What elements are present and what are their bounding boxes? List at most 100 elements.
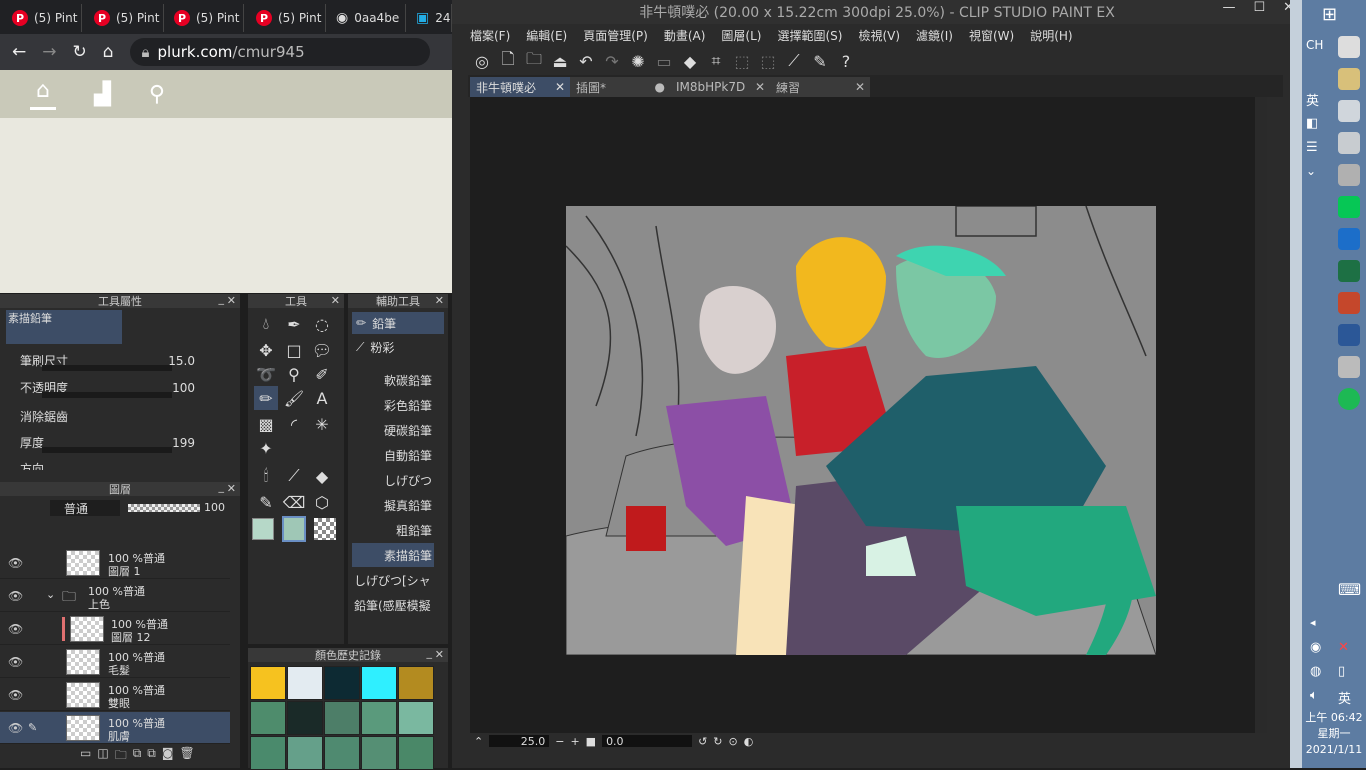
correct-line-icon[interactable]: ✐ <box>310 362 334 386</box>
new-raster-layer-icon[interactable]: ▭ <box>80 746 91 767</box>
browser-tab[interactable]: P (5) Pint <box>166 4 244 32</box>
layer-row[interactable]: 👁︎ 100 %普通 毛髮 <box>0 646 230 678</box>
clear-icon[interactable]: ▭ <box>654 51 674 71</box>
brush-icon[interactable]: ✎ <box>810 51 830 71</box>
effect-line-icon[interactable]: ✳ <box>310 412 334 436</box>
thickness-slider[interactable] <box>42 447 172 453</box>
minimize-icon[interactable]: _ <box>219 480 225 493</box>
thickness-row[interactable]: 厚度 199 <box>20 434 225 460</box>
redo-icon[interactable]: ↷ <box>602 51 622 71</box>
clip-studio-paint-icon[interactable] <box>1338 356 1360 378</box>
open-folder-icon[interactable]: 🗀︎ <box>524 49 544 71</box>
color-swatch[interactable] <box>250 701 286 735</box>
color-swatch[interactable] <box>324 701 360 735</box>
eye-icon[interactable]: 👁︎ <box>8 655 23 669</box>
decoration-icon[interactable]: ✦ <box>254 436 278 460</box>
fit-icon[interactable]: ■ <box>586 735 596 748</box>
menu-view[interactable]: 檢視(V) <box>858 27 900 44</box>
chrome-icon[interactable] <box>1338 36 1360 58</box>
tray-icon[interactable]: ◍ <box>1310 664 1321 679</box>
layer-row[interactable]: 👁︎ 100 %普通 雙眼 <box>0 679 230 711</box>
brush-item[interactable]: 彩色鉛筆 <box>352 393 434 417</box>
color-swatch[interactable] <box>287 701 323 735</box>
merge-layer-icon[interactable]: ⧉ <box>147 746 156 767</box>
zoom-in-icon[interactable]: + <box>570 735 579 748</box>
color-swatch[interactable] <box>324 736 360 770</box>
pencil-icon[interactable]: ✏ <box>254 386 278 410</box>
figure-icon[interactable]: ◜ <box>282 412 306 436</box>
transform-icon[interactable]: ⌗ <box>706 51 726 71</box>
deselect-icon[interactable]: ⬚ <box>732 51 752 71</box>
blend-mode-select[interactable]: 普通 <box>50 500 120 516</box>
3d-object-icon[interactable]: ⬡ <box>310 490 334 514</box>
save-icon[interactable]: ⏏ <box>550 51 570 71</box>
brush-size-slider[interactable] <box>42 365 172 371</box>
brush-item[interactable]: 粗鉛筆 <box>352 518 434 542</box>
browser-tab[interactable]: ◉ 0aa4be <box>328 4 406 32</box>
ruler-icon[interactable]: ⟋ <box>784 51 804 71</box>
brush-item[interactable]: 軟碳鉛筆 <box>352 368 434 392</box>
chevron-left-icon[interactable]: ◂ <box>1310 616 1316 629</box>
app-icon[interactable] <box>1338 132 1360 154</box>
color-swatch[interactable] <box>398 666 434 700</box>
close-icon[interactable]: ✕ <box>227 482 236 495</box>
fill-icon[interactable]: ◆ <box>680 51 700 71</box>
opacity-slider[interactable] <box>128 504 200 512</box>
dropper-icon[interactable]: 💧︎ <box>254 312 278 336</box>
powerpoint-icon[interactable] <box>1338 292 1360 314</box>
rotate-left-icon[interactable]: ↺ <box>698 735 707 748</box>
layer-row-selected[interactable]: 👁︎ ✎ 100 %普通 肌膚 <box>0 712 230 744</box>
antialias-row[interactable]: 消除鋸齒 <box>20 408 225 434</box>
minimize-icon[interactable]: _ <box>219 292 225 305</box>
app-icon[interactable] <box>1338 228 1360 250</box>
brush-item[interactable]: 硬碳鉛筆 <box>352 418 434 442</box>
layer-row[interactable]: 👁︎ 100 %普通 圖層 12 <box>0 613 230 645</box>
browser-tab[interactable]: P(5) Pint✕ <box>4 4 82 32</box>
brush-item[interactable]: 擬真鉛筆 <box>352 493 434 517</box>
brush-item[interactable]: 鉛筆(感壓模擬 <box>352 593 434 617</box>
copy-layer-icon[interactable]: ⧉ <box>133 746 142 767</box>
opacity-row[interactable]: 不透明度 100 <box>20 379 225 405</box>
menu-edit[interactable]: 編輯(E) <box>526 27 567 44</box>
main-color[interactable] <box>252 518 274 540</box>
zoom-icon[interactable]: ⚲ <box>282 362 306 386</box>
color-swatch[interactable] <box>361 666 397 700</box>
eyedropper-icon[interactable]: ⟋ <box>282 464 306 488</box>
battery-icon[interactable]: ▯ <box>1338 664 1345 679</box>
clip-studio-icon[interactable]: ◎ <box>472 51 492 71</box>
doc-tab[interactable]: 練習 ✕ <box>770 77 870 97</box>
rect-select-icon[interactable]: □ <box>282 338 306 362</box>
keyboard-icon[interactable]: ⌨ <box>1338 580 1361 599</box>
ime-indicator[interactable]: 英 <box>1306 90 1319 109</box>
minimize-icon[interactable]: _ <box>427 646 433 659</box>
doc-tab[interactable]: 插圖* ● <box>570 77 670 97</box>
maximize-icon[interactable]: ☐ <box>1253 0 1265 15</box>
color-swatch[interactable] <box>250 736 286 770</box>
spotify-icon[interactable] <box>1338 388 1360 410</box>
menu-file[interactable]: 檔案(F) <box>470 27 510 44</box>
volume-icon[interactable]: 🔈︎ <box>1310 688 1318 703</box>
doc-tab[interactable]: IM8bHPk7D ✕ <box>670 77 770 97</box>
eye-icon[interactable]: 👁︎ <box>8 589 23 603</box>
invert-selection-icon[interactable]: ⬚ <box>758 51 778 71</box>
ime-icon[interactable]: 英 <box>1338 688 1351 707</box>
menu-selection[interactable]: 選擇範圍(S) <box>777 27 842 44</box>
delete-layer-icon[interactable]: 🗑︎ <box>180 746 195 767</box>
artwork-canvas[interactable] <box>566 206 1156 655</box>
sub-tool-group-pastel[interactable]: ⟋ 粉彩 <box>352 336 444 358</box>
color-swatch[interactable] <box>398 736 434 770</box>
reload-icon[interactable]: ↻ <box>73 42 87 62</box>
color-swatch[interactable] <box>361 736 397 770</box>
brush-item[interactable]: しげぴつ[シャ <box>352 568 434 592</box>
input-settings-icon[interactable]: ☰ <box>1306 140 1318 155</box>
color-swatch[interactable] <box>287 736 323 770</box>
lasso-icon[interactable]: ➰ <box>254 362 278 386</box>
browser-tab[interactable]: ▣ 24 <box>408 4 452 32</box>
brush-item-selected[interactable]: 素描鉛筆 <box>352 543 434 567</box>
back-icon[interactable]: ← <box>12 42 26 62</box>
network-icon[interactable]: ◉ <box>1310 640 1321 655</box>
brush-size-row[interactable]: 筆刷尺寸 15.0 <box>20 352 225 378</box>
vertical-scrollbar[interactable] <box>1255 97 1267 733</box>
minimize-icon[interactable]: — <box>1222 0 1235 15</box>
brush-item[interactable]: 自動鉛筆 <box>352 443 434 467</box>
